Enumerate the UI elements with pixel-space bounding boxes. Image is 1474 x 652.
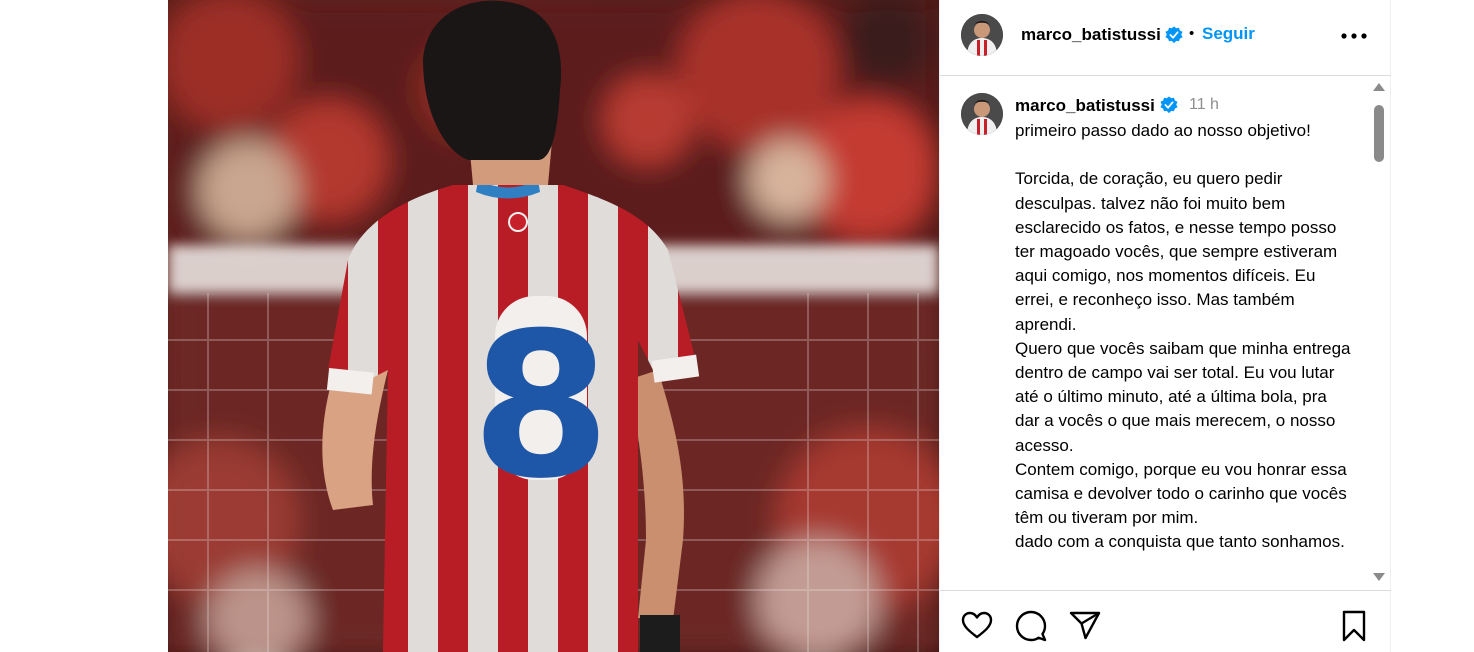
post-header: marco_batistussi • Seguir (940, 0, 1392, 76)
post-photo[interactable]: 8 (168, 0, 939, 652)
avatar[interactable] (961, 14, 1003, 56)
comment-username[interactable]: marco_batistussi (1015, 96, 1155, 116)
comment-button[interactable] (1014, 609, 1048, 643)
scroll-up-arrow[interactable] (1373, 83, 1385, 91)
comment-timestamp[interactable]: 11 h (1189, 96, 1219, 114)
save-button[interactable] (1337, 609, 1371, 643)
comments-section[interactable]: marco_batistussi 11 h primeiro passo dad… (940, 77, 1392, 589)
verified-badge-icon (1165, 26, 1183, 44)
comment-avatar[interactable] (961, 93, 1003, 135)
follow-button[interactable]: Seguir (1202, 24, 1255, 44)
svg-text:8: 8 (471, 290, 610, 523)
post-caption: primeiro passo dado ao nosso objetivo! T… (1015, 121, 1351, 552)
comment-bubble-icon (1015, 610, 1047, 642)
post-side-panel: marco_batistussi • Seguir marco_batistus… (939, 0, 1392, 652)
jersey-number: 8 (471, 290, 610, 523)
verified-badge-icon (1160, 96, 1178, 114)
action-bar (940, 590, 1392, 652)
scroll-thumb[interactable] (1374, 105, 1384, 162)
bookmark-icon (1342, 610, 1366, 642)
heart-icon (961, 611, 993, 639)
player-image: 8 (168, 0, 939, 652)
page-margin-right (1391, 0, 1474, 652)
like-button[interactable] (960, 609, 994, 643)
more-horizontal-icon[interactable] (1340, 24, 1368, 48)
share-button[interactable] (1068, 609, 1102, 643)
comments-scrollbar[interactable] (1367, 77, 1389, 589)
header-username[interactable]: marco_batistussi (1021, 25, 1161, 45)
send-paper-plane-icon (1069, 611, 1101, 640)
page-margin-left (0, 0, 168, 652)
separator-dot: • (1189, 25, 1195, 42)
scroll-down-arrow[interactable] (1373, 573, 1385, 581)
